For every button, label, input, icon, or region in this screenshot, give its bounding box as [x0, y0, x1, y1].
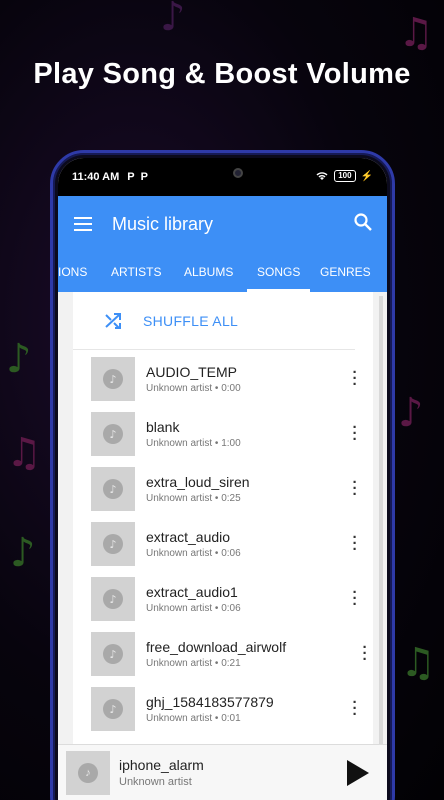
song-row[interactable]: ♪ AUDIO_TEMP Unknown artist • 0:00 · · · — [91, 356, 361, 402]
song-row[interactable]: ♪ ghj_1584183577879 Unknown artist • 0:0… — [91, 686, 361, 732]
song-subtitle: Unknown artist • 0:00 — [146, 383, 241, 394]
now-playing-title: iphone_alarm — [119, 757, 204, 773]
music-note-icon: ♪ — [103, 369, 123, 389]
wifi-icon — [316, 172, 328, 180]
music-note-decoration: ♪ — [398, 390, 424, 436]
shuffle-all-button[interactable]: SHUFFLE ALL — [73, 292, 355, 350]
tab-songs[interactable]: SONGS — [247, 252, 311, 292]
song-title: blank — [146, 419, 180, 435]
music-note-icon: ♪ — [103, 644, 123, 664]
tab-playlists[interactable]: IONS — [58, 252, 87, 292]
more-options-icon[interactable]: · · · — [349, 420, 361, 447]
music-note-decoration: ♪ — [6, 336, 32, 382]
tab-genres[interactable]: GENRES — [320, 252, 371, 292]
music-note-icon: ♪ — [103, 589, 123, 609]
battery-icon: 100 — [334, 170, 356, 182]
song-subtitle: Unknown artist • 1:00 — [146, 438, 241, 449]
song-title: AUDIO_TEMP — [146, 364, 238, 380]
camera-icon — [233, 168, 243, 178]
play-icon[interactable] — [337, 753, 377, 793]
song-subtitle: Unknown artist • 0:21 — [146, 658, 241, 669]
more-options-icon[interactable]: · · · — [349, 695, 361, 722]
song-subtitle: Unknown artist • 0:06 — [146, 548, 241, 559]
more-options-icon[interactable]: · · · — [349, 530, 361, 557]
status-time: 11:40 AM — [72, 171, 120, 183]
shuffle-icon — [105, 312, 121, 329]
app-title: Music library — [112, 213, 214, 234]
album-art: ♪ — [91, 522, 135, 566]
song-subtitle: Unknown artist • 0:25 — [146, 493, 241, 504]
camera-notch — [208, 158, 268, 184]
song-row[interactable]: ♪ free_download_airwolf Unknown artist •… — [91, 631, 371, 677]
more-options-icon[interactable]: · · · — [349, 365, 361, 392]
album-art: ♪ — [91, 687, 135, 731]
music-note-icon: ♪ — [103, 699, 123, 719]
album-art: ♪ — [91, 357, 135, 401]
scrollbar[interactable] — [379, 296, 383, 756]
song-title: extract_audio1 — [146, 584, 238, 600]
tab-bar: IONS ARTISTS ALBUMS SONGS GENRES — [58, 252, 387, 292]
tab-artists[interactable]: ARTISTS — [111, 252, 161, 292]
song-subtitle: Unknown artist • 0:06 — [146, 603, 241, 614]
more-options-icon[interactable]: · · · — [349, 475, 361, 502]
music-note-decoration: ♪ — [10, 530, 36, 576]
song-row[interactable]: ♪ extra_loud_siren Unknown artist • 0:25… — [91, 466, 361, 512]
music-note-decoration: ♫ — [398, 10, 434, 56]
song-subtitle: Unknown artist • 0:01 — [146, 713, 241, 724]
charging-icon: ⚡ — [360, 170, 373, 182]
now-playing-artist: Unknown artist — [119, 776, 192, 788]
song-title: ghj_1584183577879 — [146, 694, 274, 710]
music-note-icon: ♪ — [103, 424, 123, 444]
shuffle-all-label: SHUFFLE ALL — [143, 312, 239, 329]
notification-icon: P — [127, 171, 135, 183]
music-note-decoration: ♫ — [400, 640, 436, 686]
song-list: SHUFFLE ALL ♪ AUDIO_TEMP Unknown artist … — [73, 292, 373, 752]
now-playing-bar[interactable]: ♪ iphone_alarm Unknown artist — [58, 744, 387, 800]
tab-albums[interactable]: ALBUMS — [184, 252, 233, 292]
song-title: free_download_airwolf — [146, 639, 287, 655]
menu-icon[interactable] — [74, 213, 92, 235]
song-row[interactable]: ♪ extract_audio1 Unknown artist • 0:06 ·… — [91, 576, 361, 622]
notification-icon: P — [140, 171, 148, 183]
status-bar: 11:40 AM P P 100 ⚡ — [58, 158, 387, 196]
music-note-icon: ♪ — [78, 762, 98, 783]
song-row[interactable]: ♪ blank Unknown artist • 1:00 · · · — [91, 411, 361, 457]
more-options-icon[interactable]: · · · — [349, 585, 361, 612]
phone-screen: 11:40 AM P P 100 ⚡ Music library IONS AR… — [58, 158, 387, 800]
album-art: ♪ — [91, 412, 135, 456]
music-note-icon: ♪ — [103, 479, 123, 499]
music-note-decoration: ♫ — [6, 430, 42, 476]
app-bar: Music library — [58, 196, 387, 252]
promo-headline: Play Song & Boost Volume — [33, 58, 411, 90]
song-row[interactable]: ♪ extract_audio Unknown artist • 0:06 · ·… — [91, 521, 361, 567]
song-title: extra_loud_siren — [146, 474, 250, 490]
music-note-decoration: ♪ — [160, 0, 186, 40]
album-art: ♪ — [91, 577, 135, 621]
more-options-icon[interactable]: · · · — [359, 640, 371, 667]
music-note-icon: ♪ — [103, 534, 123, 554]
album-art: ♪ — [91, 467, 135, 511]
album-art: ♪ — [91, 632, 135, 676]
song-title: extract_audio — [146, 529, 231, 545]
album-art: ♪ — [66, 750, 110, 795]
search-icon[interactable] — [353, 212, 373, 232]
